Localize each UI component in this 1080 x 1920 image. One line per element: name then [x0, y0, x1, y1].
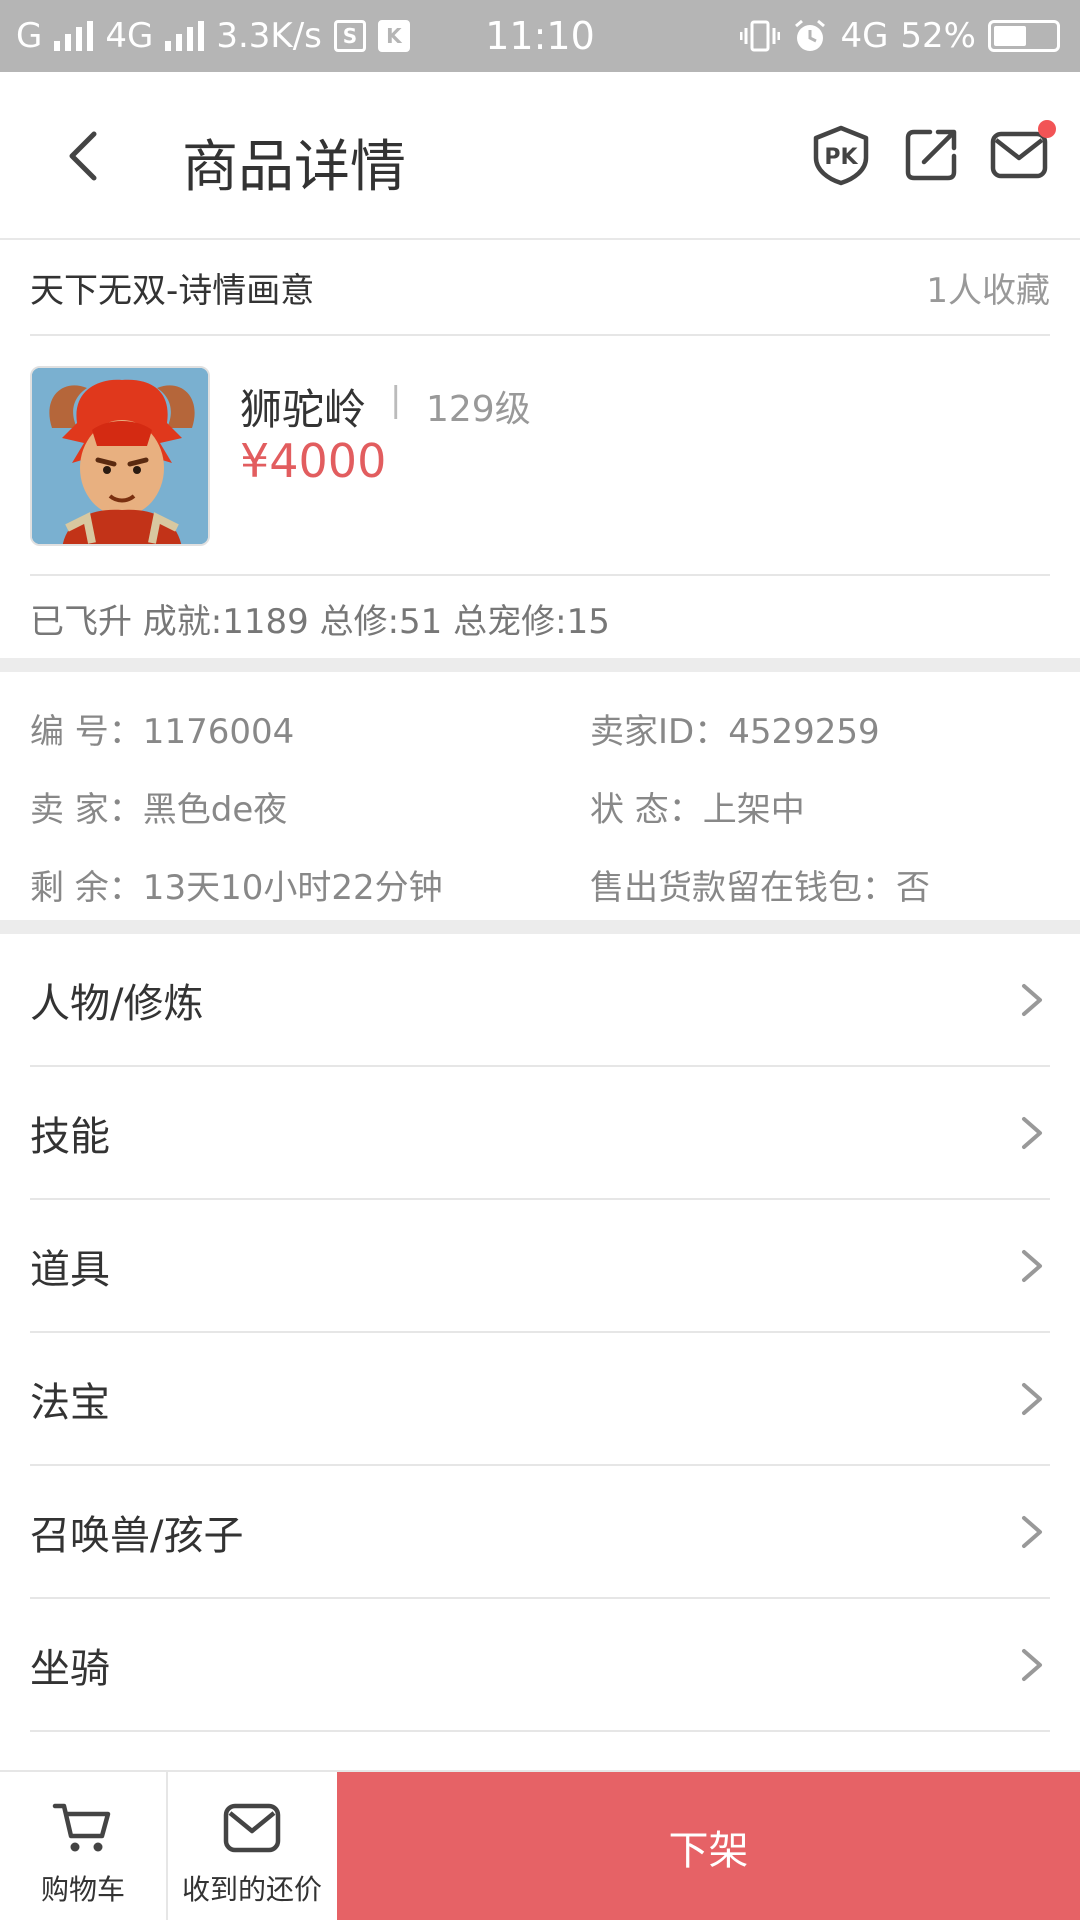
menu-item-mounts[interactable]: 坐骑: [30, 1599, 1050, 1732]
menu-item-skills[interactable]: 技能: [30, 1067, 1050, 1200]
menu-item-items[interactable]: 道具: [30, 1200, 1050, 1333]
signal-icon-2: [165, 21, 205, 51]
menu-item-pets[interactable]: 召唤兽/孩子: [30, 1466, 1050, 1599]
menu-item-character[interactable]: 人物/修炼: [30, 934, 1050, 1067]
menu-item-label: 法宝: [30, 1379, 110, 1426]
menu-item-label: 人物/修炼: [30, 980, 204, 1027]
listing-id: 编 号：1176004: [30, 712, 295, 752]
character-level: 129级: [426, 389, 531, 430]
section-divider: [0, 658, 1080, 672]
status-left: G 4G 3.3K/s S K: [16, 16, 410, 56]
signal-icon: [54, 21, 94, 51]
menu-item-label: 坐骑: [30, 1645, 110, 1692]
menu-item-label: 召唤兽/孩子: [30, 1512, 244, 1559]
seller-name: 卖 家：黑色de夜: [30, 790, 288, 830]
offers-tab[interactable]: 收到的还价: [168, 1772, 336, 1920]
back-icon[interactable]: [56, 124, 116, 188]
network-label: 4G: [105, 16, 154, 56]
status-right: 4G 52%: [740, 16, 1060, 56]
pk-icon[interactable]: PK: [810, 124, 872, 186]
notification-dot: [1038, 120, 1056, 138]
mail-icon: [223, 1803, 281, 1853]
product-detail-page: G 4G 3.3K/s S K 11:10 4G 52% 商品详情 PK 天下无…: [0, 0, 1080, 1920]
wallet-setting: 售出货款留在钱包：否: [590, 868, 930, 908]
app-header: 商品详情 PK: [0, 72, 1080, 240]
speed-label: 3.3K/s: [216, 16, 322, 56]
menu-item-label: 道具: [30, 1246, 110, 1293]
vibrate-icon: [740, 20, 781, 52]
character-portrait: [32, 368, 208, 544]
bottom-action-bar: 购物车 收到的还价 下架: [0, 1770, 1080, 1920]
time-remaining: 剩 余：13天10小时22分钟: [30, 868, 443, 908]
share-icon[interactable]: [900, 124, 962, 186]
product-summary: 狮驼岭 | 129级 ¥4000: [30, 336, 1050, 576]
s-app-icon: S: [333, 20, 366, 52]
shop-row: 天下无双-诗情画意 1人收藏: [30, 240, 1050, 336]
cart-label: 购物车: [40, 1873, 125, 1906]
section-divider-2: [0, 920, 1080, 934]
offers-label: 收到的还价: [181, 1873, 322, 1906]
battery-icon: [988, 20, 1060, 52]
network-type-label: 4G: [840, 16, 889, 56]
chevron-right-icon: [1022, 1116, 1042, 1149]
character-name: 狮驼岭: [240, 385, 367, 434]
favorites-count: 1人收藏: [926, 270, 1050, 311]
shop-name: 天下无双-诗情画意: [30, 270, 315, 311]
seller-id: 卖家ID：4529259: [590, 712, 880, 752]
status-bar: G 4G 3.3K/s S K 11:10 4G 52%: [0, 0, 1080, 72]
listing-info: 编 号：1176004 卖家ID：4529259 卖 家：黑色de夜 状 态：上…: [30, 672, 1050, 920]
character-stats: 已飞升 成就:1189 总修:51 总宠修:15: [30, 601, 610, 642]
character-avatar: [30, 366, 210, 546]
page-title: 商品详情: [182, 135, 406, 200]
cart-tab[interactable]: 购物车: [0, 1772, 168, 1920]
menu-item-treasures[interactable]: 法宝: [30, 1333, 1050, 1466]
chevron-right-icon: [1022, 983, 1042, 1016]
listing-status: 状 态：上架中: [590, 790, 805, 830]
alarm-icon: [795, 19, 826, 51]
chevron-right-icon: [1022, 1382, 1042, 1415]
price: ¥4000: [240, 434, 387, 488]
carrier-label: G: [16, 16, 43, 56]
delist-button[interactable]: 下架: [337, 1772, 1080, 1920]
svg-text:PK: PK: [824, 145, 858, 170]
chevron-right-icon: [1022, 1515, 1042, 1548]
chevron-right-icon: [1022, 1648, 1042, 1681]
name-separator: |: [390, 380, 402, 420]
battery-percent: 52%: [900, 16, 976, 56]
chevron-right-icon: [1022, 1249, 1042, 1282]
cart-icon: [52, 1803, 111, 1852]
menu-item-label: 技能: [30, 1113, 110, 1160]
k-app-icon: K: [377, 20, 410, 52]
